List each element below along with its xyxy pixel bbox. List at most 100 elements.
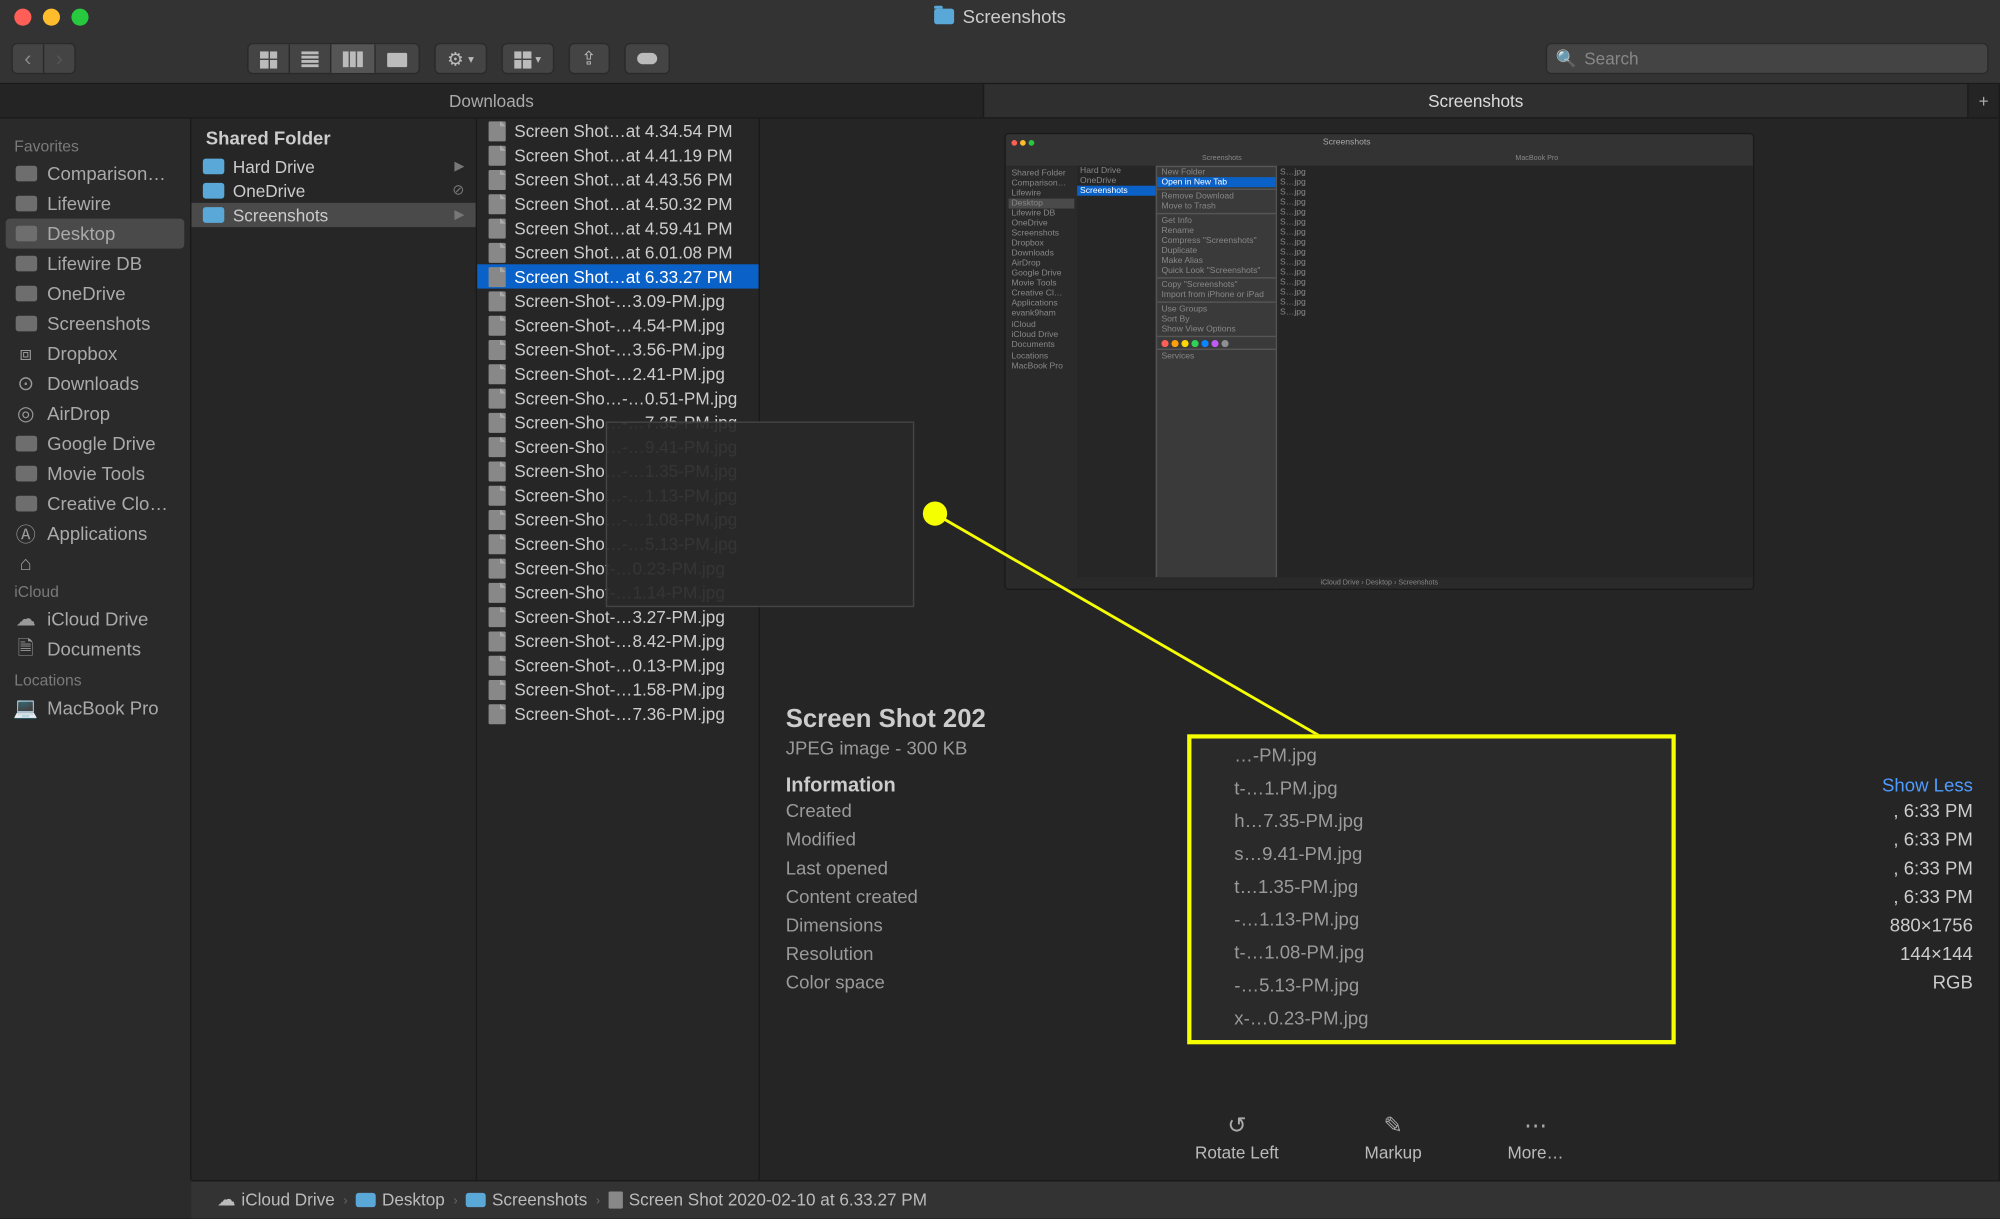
sidebar-item[interactable]: Comparison…	[0, 159, 190, 189]
folder-row[interactable]: OneDrive⊘	[191, 179, 475, 203]
sidebar-item[interactable]: Creative Clo…	[0, 489, 190, 519]
file-row[interactable]: Screen-Shot-…0.23-PM.jpg	[477, 556, 758, 580]
sidebar-item[interactable]: OneDrive	[0, 279, 190, 309]
document-icon	[489, 364, 506, 384]
path-separator: ›	[343, 1193, 347, 1207]
show-less-link[interactable]: Show Less	[1882, 774, 1973, 795]
quick-action-markup[interactable]: ✎Markup	[1365, 1111, 1422, 1162]
document-icon	[489, 679, 506, 699]
gallery-view-button[interactable]	[376, 44, 419, 74]
share-button[interactable]: ⇪	[568, 42, 609, 73]
file-row[interactable]: Screen Shot…at 4.59.41 PM	[477, 216, 758, 240]
file-row[interactable]: Screen-Sho…-…0.51-PM.jpg	[477, 386, 758, 410]
file-row[interactable]: Screen-Sho…-…1.13-PM.jpg	[477, 483, 758, 507]
file-row[interactable]: Screen-Shot-…2.41-PM.jpg	[477, 361, 758, 385]
list-view-button[interactable]	[290, 44, 331, 74]
sidebar-item[interactable]: ⒶApplications	[0, 519, 190, 549]
file-row[interactable]: Screen-Sho…-…7.35-PM.jpg	[477, 410, 758, 434]
path-crumb[interactable]: Desktop	[356, 1190, 445, 1210]
preview-thumbnail[interactable]: Screenshots Screenshots MacBook Pro Shar…	[1004, 133, 1754, 590]
action-icon: ↺	[1223, 1111, 1252, 1140]
file-row[interactable]: Screen-Shot-…4.54-PM.jpg	[477, 313, 758, 337]
preview-subtitle: JPEG image - 300 KB	[786, 737, 1973, 758]
zoom-button[interactable]	[71, 8, 88, 25]
column-1: Shared Folder Hard Drive▶OneDrive⊘Screen…	[191, 119, 477, 1180]
sidebar-item[interactable]: 💻MacBook Pro	[0, 693, 190, 723]
file-row[interactable]: Screen Shot…at 4.34.54 PM	[477, 119, 758, 143]
group-button[interactable]: ▾	[502, 44, 552, 74]
forward-button[interactable]: ›	[44, 44, 74, 74]
file-row[interactable]: Screen-Sho…-…1.35-PM.jpg	[477, 459, 758, 483]
action-segment: ⚙︎ ▾	[434, 42, 486, 73]
folder-icon	[14, 464, 37, 483]
sidebar-item[interactable]: Lifewire	[0, 189, 190, 219]
file-row[interactable]: Screen-Sho…-…5.13-PM.jpg	[477, 531, 758, 555]
file-row[interactable]: Screen Shot…at 4.41.19 PM	[477, 143, 758, 167]
path-crumb[interactable]: Screenshots	[466, 1190, 587, 1210]
sidebar-item[interactable]: Google Drive	[0, 429, 190, 459]
tab-downloads[interactable]: Downloads	[0, 84, 984, 117]
tab-screenshots[interactable]: Screenshots	[984, 84, 1968, 117]
sidebar-item[interactable]: ◎AirDrop	[0, 399, 190, 429]
downloads-icon: ⊙	[14, 374, 37, 393]
action-menu-button[interactable]: ⚙︎ ▾	[436, 44, 486, 74]
sidebar-item[interactable]: ⊙Downloads	[0, 369, 190, 399]
close-button[interactable]	[14, 8, 31, 25]
file-row[interactable]: Screen-Shot-…1.14-PM.jpg	[477, 580, 758, 604]
window-controls	[0, 8, 89, 25]
sidebar-item[interactable]: Movie Tools	[0, 459, 190, 489]
sidebar-item[interactable]: ☁iCloud Drive	[0, 604, 190, 634]
file-row[interactable]: Screen-Shot-…8.42-PM.jpg	[477, 629, 758, 653]
path-crumb[interactable]: Screen Shot 2020-02-10 at 6.33.27 PM	[609, 1190, 927, 1210]
path-crumb[interactable]: ☁iCloud Drive	[217, 1189, 335, 1212]
minimize-button[interactable]	[43, 8, 60, 25]
search-field[interactable]: 🔍 Search	[1546, 42, 1989, 73]
sidebar-item[interactable]: ⧈Dropbox	[0, 339, 190, 369]
sidebar: FavoritesComparison…LifewireDesktopLifew…	[0, 119, 191, 1180]
back-button[interactable]: ‹	[13, 44, 44, 74]
sidebar-item[interactable]: 🗎Documents	[0, 634, 190, 664]
titlebar: Screenshots	[0, 0, 2000, 33]
inner-files: S…jpgS…jpgS…jpgS…jpgS…jpgS…jpgS…jpgS…jpg…	[1277, 166, 1348, 590]
folder-icon	[203, 159, 224, 175]
file-row[interactable]: Screen-Shot-…1.58-PM.jpg	[477, 677, 758, 701]
file-row[interactable]: Screen Shot…at 4.50.32 PM	[477, 191, 758, 215]
inner-titlebar: Screenshots	[1006, 134, 1753, 151]
column-view-button[interactable]	[331, 44, 375, 74]
file-row[interactable]: Screen-Sho…-…1.08-PM.jpg	[477, 507, 758, 531]
icon-view-button[interactable]	[249, 44, 290, 74]
sidebar-item[interactable]: ⌂	[0, 549, 190, 576]
column-2: Screen Shot…at 4.34.54 PMScreen Shot…at …	[477, 119, 760, 1180]
sidebar-heading: iCloud	[0, 576, 190, 605]
document-icon	[489, 218, 506, 238]
file-row[interactable]: Screen Shot…at 6.01.08 PM	[477, 240, 758, 264]
folder-icon	[14, 254, 37, 273]
file-row[interactable]: Screen-Shot-…3.09-PM.jpg	[477, 289, 758, 313]
folder-icon	[14, 494, 37, 513]
tags-button[interactable]	[624, 42, 670, 73]
file-row[interactable]: Screen-Shot-…3.56-PM.jpg	[477, 337, 758, 361]
folder-row[interactable]: Screenshots▶	[191, 203, 475, 227]
airdrop-icon: ◎	[14, 404, 37, 423]
file-row[interactable]: Screen Shot…at 4.43.56 PM	[477, 167, 758, 191]
quick-actions: ↺Rotate Left ✎Markup ⋯More…	[760, 1094, 1999, 1180]
sidebar-item[interactable]: Screenshots	[0, 309, 190, 339]
folder-row[interactable]: Hard Drive▶	[191, 154, 475, 178]
quick-action-more-[interactable]: ⋯More…	[1507, 1111, 1563, 1162]
file-row[interactable]: Screen-Shot-…7.36-PM.jpg	[477, 701, 758, 725]
file-row[interactable]: Screen-Shot-…3.27-PM.jpg	[477, 604, 758, 628]
quick-action-rotate-left[interactable]: ↺Rotate Left	[1195, 1111, 1279, 1162]
new-tab-button[interactable]: +	[1969, 84, 2000, 117]
file-row[interactable]: Screen Shot…at 6.33.27 PM	[477, 264, 758, 288]
action-icon: ✎	[1379, 1111, 1408, 1140]
document-icon	[489, 121, 506, 141]
document-icon	[489, 461, 506, 481]
folder-icon	[14, 194, 37, 213]
file-row[interactable]: Screen-Shot-…0.13-PM.jpg	[477, 653, 758, 677]
meta-row: Last opened, 6:33 PM	[786, 853, 1973, 882]
sidebar-item[interactable]: Lifewire DB	[0, 249, 190, 279]
sidebar-item[interactable]: Desktop	[6, 219, 185, 249]
file-row[interactable]: Screen-Sho…-…9.41-PM.jpg	[477, 434, 758, 458]
path-separator: ›	[453, 1193, 457, 1207]
document-icon	[489, 436, 506, 456]
